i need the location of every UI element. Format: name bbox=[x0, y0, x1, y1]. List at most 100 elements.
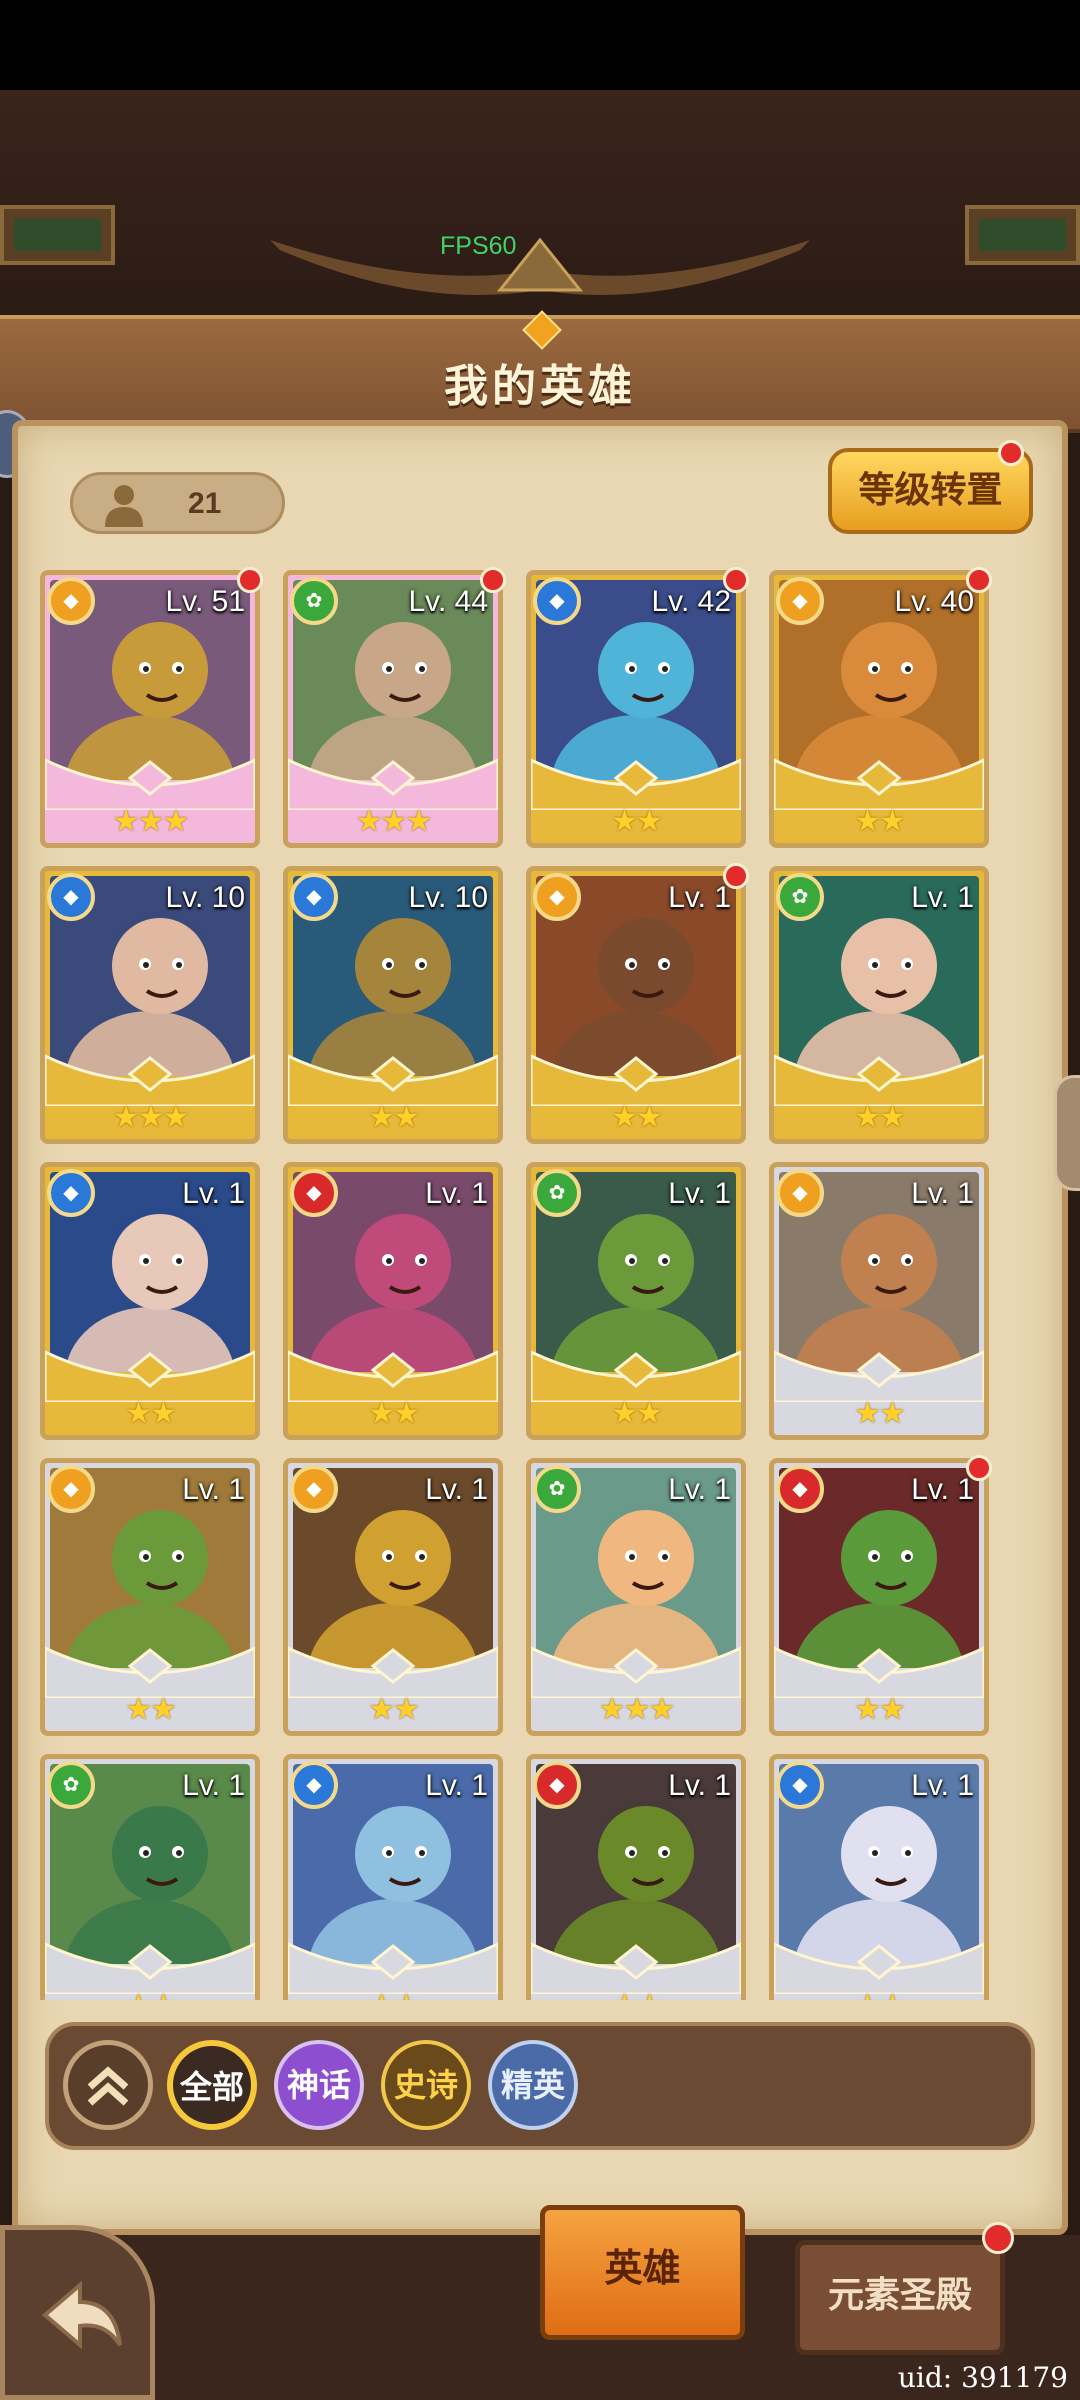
rarity-frame bbox=[43, 1036, 257, 1108]
rarity-frame bbox=[286, 1628, 500, 1700]
hero-level: Lv. 1 bbox=[182, 1177, 245, 1210]
filter-all-label: 全部 bbox=[179, 2069, 244, 2105]
notification-dot bbox=[480, 567, 506, 593]
rarity-frame bbox=[43, 740, 257, 812]
hero-card[interactable]: ✿ Lv. 1 ★★ bbox=[769, 866, 989, 1144]
hero-card[interactable]: ◆ Lv. 1 ★★ bbox=[769, 1162, 989, 1440]
hero-level: Lv. 1 bbox=[425, 1177, 488, 1210]
filter-bar: 全部 神话 史诗 精英 bbox=[45, 2022, 1035, 2150]
hero-stars: ★★ bbox=[125, 1693, 177, 1726]
double-chevron-up-icon bbox=[87, 2066, 129, 2106]
hero-level: Lv. 10 bbox=[165, 881, 246, 914]
yellow-element-icon: ◆ bbox=[47, 577, 95, 625]
filter-mythic-button[interactable]: 神话 bbox=[274, 2040, 364, 2130]
hero-level: Lv. 40 bbox=[894, 585, 975, 618]
hero-stars: ★★ bbox=[531, 1988, 741, 2000]
hero-card[interactable]: ✿ Lv. 1 ★★★ bbox=[526, 1458, 746, 1736]
notification-dot bbox=[998, 440, 1024, 466]
hero-card[interactable]: ◆ Lv. 1 ★★ bbox=[40, 1458, 260, 1736]
hero-card[interactable]: ◆ Lv. 1 ★★ bbox=[769, 1455, 992, 1736]
page-title: 我的英雄 bbox=[444, 362, 636, 411]
rarity-frame bbox=[529, 1924, 743, 1996]
yellow-element-icon: ◆ bbox=[47, 1465, 95, 1513]
hero-level: Lv. 1 bbox=[668, 1473, 731, 1506]
hero-card[interactable]: ◆ Lv. 42 ★★ bbox=[526, 567, 749, 848]
green-element-icon: ✿ bbox=[290, 577, 338, 625]
level-transfer-label: 等级转置 bbox=[858, 469, 1003, 510]
hero-stars: ★★ bbox=[854, 805, 906, 838]
hero-stars: ★★ bbox=[45, 1988, 255, 2000]
tab-hero[interactable]: 英雄 bbox=[540, 2205, 745, 2340]
hero-card[interactable]: ◆ Lv. 51 ★★★ bbox=[40, 567, 263, 848]
hero-card[interactable]: ✿ Lv. 1 ★★ bbox=[526, 1162, 746, 1440]
hero-card[interactable]: ◆ Lv. 40 ★★ bbox=[769, 567, 992, 848]
hero-card[interactable]: ◆ Lv. 1 ★★ bbox=[526, 863, 749, 1144]
hero-card[interactable]: ✿ Lv. 44 ★★★ bbox=[283, 567, 506, 848]
filter-mythic-label: 神话 bbox=[286, 2067, 351, 2103]
hero-card[interactable]: ◆ Lv. 10 ★★ bbox=[283, 866, 503, 1144]
hero-level: Lv. 10 bbox=[408, 881, 489, 914]
blue-element-icon: ◆ bbox=[776, 1761, 824, 1809]
person-icon bbox=[105, 485, 143, 527]
filter-elite-button[interactable]: 精英 bbox=[488, 2040, 578, 2130]
left-pillar-decoration bbox=[0, 205, 115, 265]
hero-card[interactable]: ◆ Lv. 1 ★★ bbox=[769, 1754, 989, 2000]
hero-stars: ★★ bbox=[611, 1101, 663, 1134]
yellow-element-icon: ◆ bbox=[533, 873, 581, 921]
hero-level: Lv. 1 bbox=[425, 1769, 488, 1802]
back-button[interactable] bbox=[0, 2225, 155, 2400]
notification-dot bbox=[966, 567, 992, 593]
blue-element-icon: ◆ bbox=[47, 873, 95, 921]
notification-dot bbox=[723, 567, 749, 593]
hero-stars: ★★ bbox=[368, 1693, 420, 1726]
fps-counter: FPS60 bbox=[440, 232, 517, 260]
rarity-frame bbox=[286, 1332, 500, 1404]
hero-stars: ★★ bbox=[368, 1397, 420, 1430]
hero-card[interactable]: ✿ Lv. 1 ★★ bbox=[40, 1754, 260, 2000]
green-element-icon: ✿ bbox=[533, 1465, 581, 1513]
rarity-frame bbox=[286, 740, 500, 812]
rarity-frame bbox=[43, 1628, 257, 1700]
right-pillar-decoration bbox=[965, 205, 1080, 265]
red-element-icon: ◆ bbox=[776, 1465, 824, 1513]
filter-all-button[interactable]: 全部 bbox=[167, 2040, 257, 2130]
filter-epic-button[interactable]: 史诗 bbox=[381, 2040, 471, 2130]
hero-count-box: 21 bbox=[70, 472, 285, 534]
tab-hero-label: 英雄 bbox=[604, 2248, 681, 2290]
back-arrow-icon bbox=[41, 2280, 122, 2350]
tab-element-temple[interactable]: 元素圣殿 bbox=[795, 2240, 1005, 2355]
blue-element-icon: ◆ bbox=[533, 577, 581, 625]
hero-card[interactable]: ◆ Lv. 1 ★★ bbox=[283, 1162, 503, 1440]
hero-stars: ★★★ bbox=[112, 1101, 190, 1134]
notification-dot bbox=[982, 2222, 1014, 2254]
hero-card[interactable]: ◆ Lv. 1 ★★ bbox=[526, 1754, 746, 2000]
hero-card[interactable]: ◆ Lv. 1 ★★ bbox=[40, 1162, 260, 1440]
hero-grid: ◆ Lv. 51 ★★★ ✿ Lv. 44 ★★★ ◆ Lv. 42 ★★ ◆ Lv. 40 ★★ ◆ L… bbox=[40, 560, 1040, 2000]
hero-card[interactable]: ◆ Lv. 10 ★★★ bbox=[40, 866, 260, 1144]
hero-stars: ★★ bbox=[125, 1397, 177, 1430]
hero-stars: ★★ bbox=[611, 1397, 663, 1430]
hero-stars: ★★ bbox=[774, 1988, 984, 2000]
hero-count: 21 bbox=[188, 487, 222, 520]
rarity-frame bbox=[529, 1036, 743, 1108]
tab-element-temple-label: 元素圣殿 bbox=[827, 2274, 972, 2315]
notification-dot bbox=[966, 1455, 992, 1481]
green-element-icon: ✿ bbox=[533, 1169, 581, 1217]
yellow-element-icon: ◆ bbox=[776, 577, 824, 625]
hero-card[interactable]: ◆ Lv. 1 ★★ bbox=[283, 1458, 503, 1736]
hero-stars: ★★★ bbox=[598, 1693, 676, 1726]
hero-level: Lv. 1 bbox=[911, 881, 974, 914]
right-side-arrow-button[interactable] bbox=[1054, 1075, 1080, 1191]
hero-level: Lv. 1 bbox=[911, 1769, 974, 1802]
red-element-icon: ◆ bbox=[290, 1169, 338, 1217]
hero-level: Lv. 1 bbox=[668, 1177, 731, 1210]
collapse-button[interactable] bbox=[63, 2040, 153, 2130]
notification-dot bbox=[237, 567, 263, 593]
rarity-frame bbox=[772, 1924, 986, 1996]
hero-level: Lv. 51 bbox=[165, 585, 246, 618]
blue-element-icon: ◆ bbox=[47, 1169, 95, 1217]
hero-level: Lv. 44 bbox=[408, 585, 489, 618]
hero-card[interactable]: ◆ Lv. 1 ★★ bbox=[283, 1754, 503, 2000]
rarity-frame bbox=[772, 1628, 986, 1700]
uid-label: uid: 391179 bbox=[897, 2361, 1068, 2394]
